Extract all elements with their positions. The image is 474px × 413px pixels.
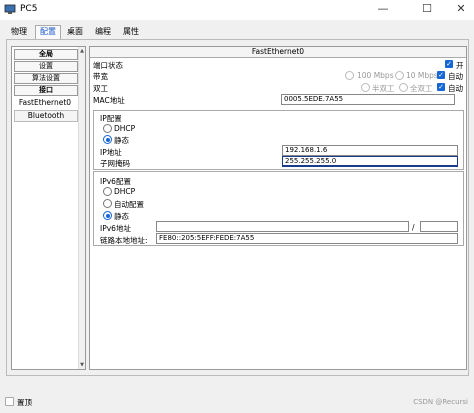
ipv6-static-radio[interactable]: [103, 211, 112, 220]
tab-bar: 物理 配置 桌面 编程 属性: [0, 21, 474, 40]
ipv6-config-group: IPv6配置 DHCP 自动配置 静态 IPv6地址 / 链路本地地址: FE8…: [93, 171, 464, 246]
mac-address-field[interactable]: 0005.5EDE.7A55: [281, 94, 455, 105]
sidebar-item-algorithm[interactable]: 算法设置: [14, 73, 78, 84]
sidebar-item-interface[interactable]: 接口: [14, 85, 78, 96]
tab-config[interactable]: 配置: [35, 25, 61, 40]
interface-panel: FastEthernet0 端口状态 ✓ 开 带宽 100 Mbps 10 Mb…: [89, 46, 467, 370]
ipv4-title: IP配置: [100, 114, 122, 123]
ipv4-dhcp-radio[interactable]: [103, 124, 112, 133]
sidebar-item-fastethernet0[interactable]: FastEthernet0: [14, 98, 76, 108]
ipv6-dhcp-radio[interactable]: [103, 187, 112, 196]
tab-physical[interactable]: 物理: [11, 26, 27, 37]
ipv6-auto-label: 自动配置: [114, 200, 144, 209]
close-button[interactable]: ✕: [448, 0, 474, 20]
bandwidth-label: 带宽: [93, 72, 108, 81]
bw-auto-checkbox[interactable]: ✓: [437, 71, 445, 79]
prefix-slash: /: [412, 223, 415, 232]
bw-10-label: 10 Mbps: [406, 71, 438, 80]
port-on-label: 开: [456, 61, 464, 70]
ip-address-field[interactable]: 192.168.1.6: [282, 145, 458, 156]
always-on-top-checkbox[interactable]: [5, 397, 14, 406]
port-status-label: 端口状态: [93, 61, 123, 70]
ipv4-dhcp-label: DHCP: [114, 124, 136, 133]
duplex-auto-label: 自动: [448, 84, 463, 93]
link-local-field[interactable]: FE80::205:5EFF:FEDE:7A55: [156, 233, 458, 244]
always-on-top-label: 置顶: [17, 398, 32, 407]
ipv4-config-group: IP配置 DHCP 静态 IP地址 192.168.1.6 子网掩码 255.2…: [93, 110, 464, 170]
ipv6-prefix-field[interactable]: [420, 221, 458, 232]
sidebar-item-global[interactable]: 全局: [14, 49, 78, 60]
ipv6-address-field[interactable]: [156, 221, 409, 232]
ipv4-static-label: 静态: [114, 136, 129, 145]
half-duplex-radio[interactable]: [361, 83, 370, 92]
sidebar-scrollbar[interactable]: ▲ ▼: [78, 47, 85, 369]
ipv6-dhcp-label: DHCP: [114, 187, 136, 196]
watermark: CSDN @Recursi: [413, 398, 468, 406]
link-local-label: 链路本地地址:: [100, 236, 148, 245]
bw-auto-label: 自动: [448, 72, 463, 81]
window-title: PC5: [20, 4, 38, 14]
full-duplex-radio[interactable]: [399, 83, 408, 92]
ipv4-static-radio[interactable]: [103, 135, 112, 144]
bw-10-radio[interactable]: [395, 71, 404, 80]
app-icon: [4, 4, 16, 14]
port-on-checkbox[interactable]: ✓: [445, 60, 453, 68]
ipv6-address-label: IPv6地址: [100, 224, 131, 233]
minimize-button[interactable]: —: [370, 0, 396, 20]
ipv6-static-label: 静态: [114, 212, 129, 221]
config-content: 全局 设置 算法设置 接口 FastEthernet0 Bluetooth ▲ …: [6, 39, 469, 376]
ipv6-auto-radio[interactable]: [103, 199, 112, 208]
ip-address-label: IP地址: [100, 148, 122, 157]
subnet-mask-label: 子网掩码: [100, 159, 130, 168]
ipv6-title: IPv6配置: [100, 177, 131, 186]
tab-attributes[interactable]: 属性: [123, 26, 139, 37]
tab-desktop[interactable]: 桌面: [67, 26, 83, 37]
bw-100-radio[interactable]: [345, 71, 354, 80]
maximize-button[interactable]: ☐: [414, 0, 440, 20]
scroll-up-icon[interactable]: ▲: [79, 47, 85, 55]
sidebar: 全局 设置 算法设置 接口 FastEthernet0 Bluetooth ▲ …: [11, 46, 86, 370]
bw-100-label: 100 Mbps: [357, 71, 394, 80]
sidebar-item-bluetooth[interactable]: Bluetooth: [14, 110, 78, 122]
full-duplex-label: 全双工: [410, 84, 433, 93]
bottom-bar: 置顶 CSDN @Recursi: [0, 392, 474, 413]
panel-title: FastEthernet0: [90, 47, 466, 58]
scroll-down-icon[interactable]: ▼: [79, 361, 85, 369]
tab-programming[interactable]: 编程: [95, 26, 111, 37]
subnet-mask-field[interactable]: 255.255.255.0: [282, 156, 458, 167]
duplex-label: 双工: [93, 84, 108, 93]
mac-label: MAC地址: [93, 96, 125, 105]
half-duplex-label: 半双工: [372, 84, 395, 93]
sidebar-item-settings[interactable]: 设置: [14, 61, 78, 72]
title-bar: PC5 — ☐ ✕: [0, 0, 474, 20]
duplex-auto-checkbox[interactable]: ✓: [437, 83, 445, 91]
